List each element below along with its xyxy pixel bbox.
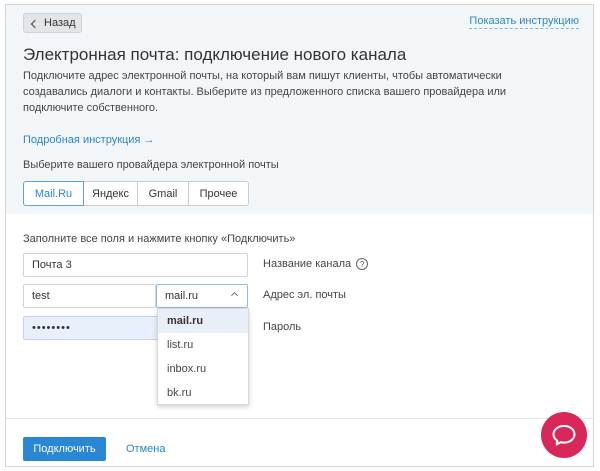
page-title: Электронная почта: подключение нового ка… [23, 45, 407, 64]
password-value: •••••••• [32, 322, 71, 334]
domain-dropdown-menu: mail.ru list.ru inbox.ru bk.ru [157, 308, 249, 405]
email-domain-select[interactable]: mail.ru [156, 284, 248, 308]
tab-provider-mailru[interactable]: Mail.Ru [23, 181, 84, 206]
channel-name-label-text: Название канала [263, 258, 352, 270]
form-instruction: Заполните все поля и нажмите кнопку «Под… [23, 233, 296, 245]
password-label: Пароль [263, 321, 302, 333]
chat-bubble-icon [552, 425, 576, 446]
email-label: Адрес эл. почты [263, 289, 346, 301]
dropdown-option-mail-ru[interactable]: mail.ru [158, 309, 248, 333]
header-section: Назад Показать инструкцию Электронная по… [6, 5, 593, 214]
detailed-instruction-link[interactable]: Подробная инструкция → [23, 134, 154, 146]
chevron-down-icon [230, 291, 239, 300]
provider-tabs: Mail.Ru Яндекс Gmail Прочее [23, 181, 249, 206]
connect-button[interactable]: Подключить [23, 437, 106, 461]
email-local-value: test [32, 290, 50, 302]
channel-setup-window: Назад Показать инструкцию Электронная по… [5, 4, 594, 467]
form-section [6, 214, 593, 466]
email-domain-value: mail.ru [165, 290, 199, 302]
chat-button[interactable] [541, 412, 587, 458]
tab-provider-gmail[interactable]: Gmail [137, 181, 189, 206]
footer-divider [6, 418, 593, 419]
tab-provider-yandex[interactable]: Яндекс [83, 181, 138, 206]
dropdown-option-inbox-ru[interactable]: inbox.ru [158, 357, 248, 381]
question-circle-icon[interactable]: ? [356, 258, 369, 270]
dropdown-option-list-ru[interactable]: list.ru [158, 333, 248, 357]
show-instruction-link[interactable]: Показать инструкцию [469, 15, 579, 29]
email-local-input[interactable]: test [23, 284, 156, 308]
channel-name-input[interactable]: Почта 3 [23, 253, 248, 277]
choose-provider-label: Выберите вашего провайдера электронной п… [23, 159, 279, 171]
channel-name-value: Почта 3 [32, 259, 72, 271]
page-description: Подключите адрес электронной почты, на к… [23, 70, 507, 114]
chevron-left-icon [30, 19, 40, 28]
back-button-label: Назад [44, 17, 76, 29]
dropdown-option-bk-ru[interactable]: bk.ru [158, 381, 248, 405]
back-button[interactable]: Назад [23, 13, 82, 33]
cancel-button[interactable]: Отмена [126, 443, 165, 455]
tab-provider-other[interactable]: Прочее [188, 181, 249, 206]
channel-name-label: Название канала ? [263, 258, 369, 270]
